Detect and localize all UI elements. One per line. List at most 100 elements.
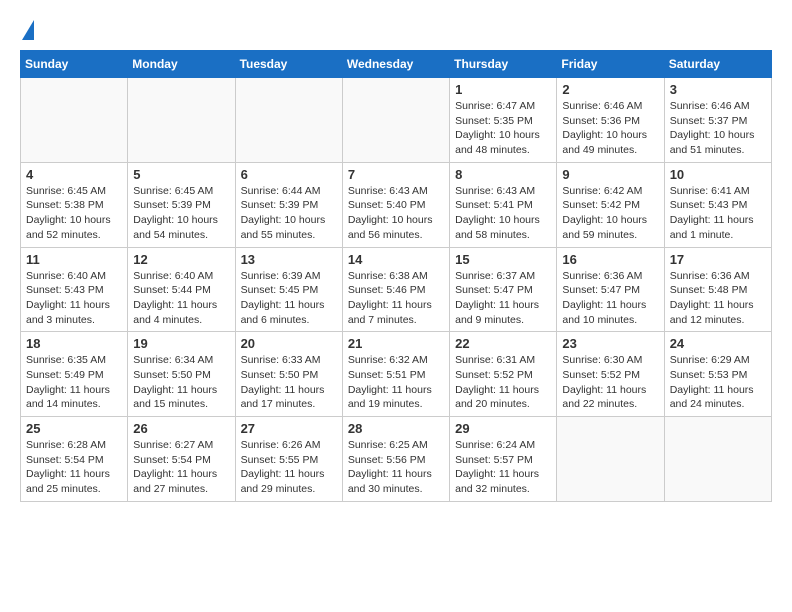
- calendar-cell: 26 Sunrise: 6:27 AM Sunset: 5:54 PM Dayli…: [128, 417, 235, 502]
- day-info: Sunrise: 6:46 AM Sunset: 5:37 PM Dayligh…: [670, 99, 766, 158]
- calendar-cell: 22 Sunrise: 6:31 AM Sunset: 5:52 PM Dayli…: [450, 332, 557, 417]
- day-number: 4: [26, 167, 122, 182]
- day-number: 2: [562, 82, 658, 97]
- day-info: Sunrise: 6:36 AM Sunset: 5:48 PM Dayligh…: [670, 269, 766, 328]
- calendar-cell: 25 Sunrise: 6:28 AM Sunset: 5:54 PM Dayli…: [21, 417, 128, 502]
- day-info: Sunrise: 6:34 AM Sunset: 5:50 PM Dayligh…: [133, 353, 229, 412]
- calendar-cell: 17 Sunrise: 6:36 AM Sunset: 5:48 PM Dayli…: [664, 247, 771, 332]
- day-number: 23: [562, 336, 658, 351]
- day-number: 20: [241, 336, 337, 351]
- calendar-week-row: 11 Sunrise: 6:40 AM Sunset: 5:43 PM Dayli…: [21, 247, 772, 332]
- weekday-header-saturday: Saturday: [664, 51, 771, 78]
- day-info: Sunrise: 6:30 AM Sunset: 5:52 PM Dayligh…: [562, 353, 658, 412]
- calendar-table: SundayMondayTuesdayWednesdayThursdayFrid…: [20, 50, 772, 502]
- day-number: 6: [241, 167, 337, 182]
- calendar-cell: 24 Sunrise: 6:29 AM Sunset: 5:53 PM Dayli…: [664, 332, 771, 417]
- calendar-cell: 15 Sunrise: 6:37 AM Sunset: 5:47 PM Dayli…: [450, 247, 557, 332]
- calendar-cell: [235, 78, 342, 163]
- logo-icon: [22, 20, 34, 40]
- weekday-header-thursday: Thursday: [450, 51, 557, 78]
- day-number: 3: [670, 82, 766, 97]
- day-number: 9: [562, 167, 658, 182]
- day-info: Sunrise: 6:42 AM Sunset: 5:42 PM Dayligh…: [562, 184, 658, 243]
- calendar-cell: 6 Sunrise: 6:44 AM Sunset: 5:39 PM Daylig…: [235, 162, 342, 247]
- calendar-cell: [128, 78, 235, 163]
- calendar-cell: 8 Sunrise: 6:43 AM Sunset: 5:41 PM Daylig…: [450, 162, 557, 247]
- calendar-cell: [664, 417, 771, 502]
- day-number: 12: [133, 252, 229, 267]
- day-number: 29: [455, 421, 551, 436]
- calendar-cell: 4 Sunrise: 6:45 AM Sunset: 5:38 PM Daylig…: [21, 162, 128, 247]
- day-number: 16: [562, 252, 658, 267]
- day-number: 25: [26, 421, 122, 436]
- calendar-cell: 11 Sunrise: 6:40 AM Sunset: 5:43 PM Dayli…: [21, 247, 128, 332]
- day-info: Sunrise: 6:43 AM Sunset: 5:41 PM Dayligh…: [455, 184, 551, 243]
- day-number: 10: [670, 167, 766, 182]
- day-info: Sunrise: 6:47 AM Sunset: 5:35 PM Dayligh…: [455, 99, 551, 158]
- day-number: 26: [133, 421, 229, 436]
- day-info: Sunrise: 6:37 AM Sunset: 5:47 PM Dayligh…: [455, 269, 551, 328]
- logo: [20, 20, 34, 40]
- day-info: Sunrise: 6:27 AM Sunset: 5:54 PM Dayligh…: [133, 438, 229, 497]
- day-info: Sunrise: 6:38 AM Sunset: 5:46 PM Dayligh…: [348, 269, 444, 328]
- calendar-cell: 29 Sunrise: 6:24 AM Sunset: 5:57 PM Dayli…: [450, 417, 557, 502]
- calendar-week-row: 25 Sunrise: 6:28 AM Sunset: 5:54 PM Dayli…: [21, 417, 772, 502]
- day-number: 17: [670, 252, 766, 267]
- day-info: Sunrise: 6:45 AM Sunset: 5:39 PM Dayligh…: [133, 184, 229, 243]
- weekday-header-friday: Friday: [557, 51, 664, 78]
- day-info: Sunrise: 6:43 AM Sunset: 5:40 PM Dayligh…: [348, 184, 444, 243]
- day-number: 11: [26, 252, 122, 267]
- day-info: Sunrise: 6:39 AM Sunset: 5:45 PM Dayligh…: [241, 269, 337, 328]
- day-number: 19: [133, 336, 229, 351]
- calendar-week-row: 1 Sunrise: 6:47 AM Sunset: 5:35 PM Daylig…: [21, 78, 772, 163]
- calendar-cell: [21, 78, 128, 163]
- calendar-cell: 12 Sunrise: 6:40 AM Sunset: 5:44 PM Dayli…: [128, 247, 235, 332]
- day-number: 1: [455, 82, 551, 97]
- day-number: 13: [241, 252, 337, 267]
- day-info: Sunrise: 6:24 AM Sunset: 5:57 PM Dayligh…: [455, 438, 551, 497]
- day-number: 7: [348, 167, 444, 182]
- calendar-cell: 23 Sunrise: 6:30 AM Sunset: 5:52 PM Dayli…: [557, 332, 664, 417]
- day-number: 28: [348, 421, 444, 436]
- calendar-cell: 13 Sunrise: 6:39 AM Sunset: 5:45 PM Dayli…: [235, 247, 342, 332]
- day-info: Sunrise: 6:40 AM Sunset: 5:43 PM Dayligh…: [26, 269, 122, 328]
- day-number: 24: [670, 336, 766, 351]
- calendar-cell: 10 Sunrise: 6:41 AM Sunset: 5:43 PM Dayli…: [664, 162, 771, 247]
- day-number: 15: [455, 252, 551, 267]
- day-number: 21: [348, 336, 444, 351]
- day-number: 5: [133, 167, 229, 182]
- calendar-cell: 14Sunrise: 6:38 AM Sunset: 5:46 PM Dayli…: [342, 247, 449, 332]
- calendar-cell: 19 Sunrise: 6:34 AM Sunset: 5:50 PM Dayli…: [128, 332, 235, 417]
- day-info: Sunrise: 6:40 AM Sunset: 5:44 PM Dayligh…: [133, 269, 229, 328]
- day-info: Sunrise: 6:45 AM Sunset: 5:38 PM Dayligh…: [26, 184, 122, 243]
- day-info: Sunrise: 6:26 AM Sunset: 5:55 PM Dayligh…: [241, 438, 337, 497]
- day-number: 22: [455, 336, 551, 351]
- day-number: 8: [455, 167, 551, 182]
- weekday-header-monday: Monday: [128, 51, 235, 78]
- calendar-cell: 21 Sunrise: 6:32 AM Sunset: 5:51 PM Dayli…: [342, 332, 449, 417]
- calendar-cell: [557, 417, 664, 502]
- day-number: 18: [26, 336, 122, 351]
- day-info: Sunrise: 6:28 AM Sunset: 5:54 PM Dayligh…: [26, 438, 122, 497]
- day-info: Sunrise: 6:36 AM Sunset: 5:47 PM Dayligh…: [562, 269, 658, 328]
- calendar-cell: 5 Sunrise: 6:45 AM Sunset: 5:39 PM Daylig…: [128, 162, 235, 247]
- calendar-cell: 20 Sunrise: 6:33 AM Sunset: 5:50 PM Dayli…: [235, 332, 342, 417]
- weekday-header-wednesday: Wednesday: [342, 51, 449, 78]
- calendar-cell: 18Sunrise: 6:35 AM Sunset: 5:49 PM Dayli…: [21, 332, 128, 417]
- day-info: Sunrise: 6:33 AM Sunset: 5:50 PM Dayligh…: [241, 353, 337, 412]
- day-info: Sunrise: 6:31 AM Sunset: 5:52 PM Dayligh…: [455, 353, 551, 412]
- day-info: Sunrise: 6:25 AM Sunset: 5:56 PM Dayligh…: [348, 438, 444, 497]
- calendar-cell: 28 Sunrise: 6:25 AM Sunset: 5:56 PM Dayli…: [342, 417, 449, 502]
- day-info: Sunrise: 6:46 AM Sunset: 5:36 PM Dayligh…: [562, 99, 658, 158]
- calendar-cell: 9 Sunrise: 6:42 AM Sunset: 5:42 PM Daylig…: [557, 162, 664, 247]
- calendar-cell: 16 Sunrise: 6:36 AM Sunset: 5:47 PM Dayli…: [557, 247, 664, 332]
- day-info: Sunrise: 6:44 AM Sunset: 5:39 PM Dayligh…: [241, 184, 337, 243]
- day-info: Sunrise: 6:29 AM Sunset: 5:53 PM Dayligh…: [670, 353, 766, 412]
- calendar-cell: 7 Sunrise: 6:43 AM Sunset: 5:40 PM Daylig…: [342, 162, 449, 247]
- weekday-header-tuesday: Tuesday: [235, 51, 342, 78]
- day-info: Sunrise: 6:41 AM Sunset: 5:43 PM Dayligh…: [670, 184, 766, 243]
- calendar-cell: 3 Sunrise: 6:46 AM Sunset: 5:37 PM Daylig…: [664, 78, 771, 163]
- day-info: Sunrise: 6:32 AM Sunset: 5:51 PM Dayligh…: [348, 353, 444, 412]
- calendar-cell: [342, 78, 449, 163]
- weekday-header-row: SundayMondayTuesdayWednesdayThursdayFrid…: [21, 51, 772, 78]
